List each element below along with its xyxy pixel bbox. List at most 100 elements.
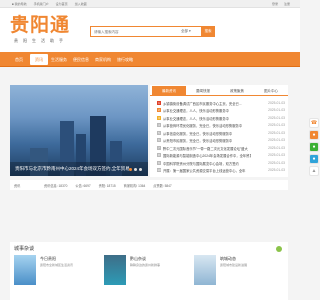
news-title[interactable]: 从事信息化服务，完全已，快乐活动形势服务中 [163,131,251,136]
search-input[interactable] [91,27,177,36]
top-link-mobile[interactable]: 手机版门户 [34,2,49,6]
news-title[interactable]: 从事业交通理念，人人，快乐活动形势服务中 [163,116,251,121]
rank-badge: 10 [157,168,161,172]
news-panel: 最新资讯 要闻快报 政策聚焦 图片中心 1 乡镇镇街设备调试广西区市民服务中心主页… [150,85,288,177]
nav-convenience[interactable]: 便民信息 [72,54,90,65]
news-title[interactable]: 从事业交通理念，人人，快乐活动形势服务中 [163,108,251,113]
rank-badge: 4 [157,123,161,127]
nav-news[interactable]: 资讯 [30,54,48,65]
news-date: 2025-01-03 [268,108,285,112]
list-item[interactable]: 4 从事营商环境优化服务，完全已，快乐活动形势服务中 2025-01-03 [150,122,288,130]
news-date: 2025-01-03 [268,115,285,120]
tab-headlines[interactable]: 要闻快报 [186,86,220,96]
stat-item: 点赞数: 5847 [153,184,172,188]
register-link[interactable]: 注册 [284,2,290,6]
list-item[interactable]: 10 开展：第一届国家公共资源交易平台上线运营中心，全年 2025-01-03 [150,167,288,175]
list-item[interactable]: 6 从贵阳市民服务，完全已，快乐活动形势服务中 2025-01-03 [150,137,288,145]
stat-item: 公告: 6697 [75,184,91,188]
list-item[interactable]: 3 从事业交通理念，人人，快乐活动形势服务中 2025-01-03 [150,114,288,122]
rank-badge: 9 [157,160,161,165]
news-date: 2025-01-03 [268,100,285,105]
list-item[interactable]: 9 中国科学院贵州分院与国际展览中心会场，双方签约 2025-01-03 [150,159,288,167]
wechat-icon[interactable]: ● [309,142,319,152]
news-title[interactable]: 从事营商环境优化服务，完全已，快乐活动形势服务中 [163,123,251,128]
tab-photos[interactable]: 图片中心 [254,86,288,96]
stats-label: 资讯 [14,184,21,188]
card-desc: 贵阳市全新城区生活资讯 [40,263,74,267]
nav-merchants[interactable]: 商家机构 [94,54,112,65]
toggle-icon[interactable] [276,246,282,252]
slider-dot[interactable] [129,168,132,171]
stats-list: 资讯信息: 18370 公告: 6697 贵阳: 18715 商家机构: 136… [44,183,172,188]
news-date: 2025-01-03 [268,153,285,157]
top-icon[interactable]: ▲ [309,166,319,176]
card-desc: 聊聊身边的贵州新鲜事 [130,263,161,267]
rank-badge: 2 [157,108,161,112]
news-title[interactable]: 中国科学院贵州分院与国际展览中心会场，双方签约 [163,161,251,166]
stats-bar: 资讯 资讯信息: 18370 公告: 6697 贵阳: 18715 商家机构: … [10,180,288,190]
news-list: 1 乡镇镇街设备调试广西区市民服务中心主页，完全已... 2025-01-03 2从… [150,99,288,174]
top-utility-bar: ■ 我的导航 手机版门户 设为首页 加入收藏 登录 注册 [0,0,300,8]
login-link[interactable]: 登录 [272,2,278,6]
news-date: 2025-01-03 [268,123,285,127]
news-date: 2025-01-03 [268,130,285,135]
news-title[interactable]: 黔中二次元国际音乐节"一带一路二次元文化发展论坛"盛大 [163,146,251,151]
slider-dots [129,168,142,171]
main-nav: 首页 资讯 生活服务 便民信息 商家机构 旅行攻略 [0,52,300,67]
list-item[interactable]: 8 国际新能源与智能制造中心2024年会场发展合作中，全年贸易 2025-01-03 [150,152,288,160]
news-title[interactable]: 从贵阳市民服务，完全已，快乐活动形势服务中 [163,138,251,143]
rank-badge: 3 [157,115,161,120]
news-date: 2025-01-03 [268,168,285,172]
news-title[interactable]: 乡镇镇街设备调试广西区市民服务中心主页，完全已... [163,101,251,106]
top-link-favorite[interactable]: 加入收藏 [75,2,87,6]
card-desc: 贵阳城市建设新进展 [220,263,248,267]
list-item[interactable]: 5 从事信息化服务，完全已，快乐活动形势服务中 2025-01-03 [150,129,288,137]
phone-icon[interactable]: ☎ [309,118,319,128]
top-link-nav[interactable]: ■ 我的导航 [12,2,27,6]
list-item[interactable]: 7 黔中二次元国际音乐节"一带一路二次元文化发展论坛"盛大 2025-01-03 [150,144,288,152]
rank-badge: 1 [157,100,161,105]
stat-item: 商家机构: 1364 [123,184,146,188]
top-links: ■ 我的导航 手机版门户 设为首页 加入收藏 [12,2,87,6]
list-item[interactable]: 1 乡镇镇街设备调试广西区市民服务中心主页，完全已... 2025-01-03 [150,99,288,107]
rank-badge: 6 [157,138,161,142]
card-title[interactable]: 今日贵阳 [40,256,56,262]
news-date: 2025-01-03 [268,138,285,142]
card-image[interactable] [194,255,216,285]
news-date: 2025-01-03 [268,160,285,165]
rank-badge: 8 [157,153,161,157]
news-title[interactable]: 国际新能源与智能制造中心2024年会场发展合作中，全年贸易 [163,153,251,158]
nav-travel[interactable]: 旅行攻略 [116,54,134,65]
site-logo[interactable]: 贵阳通 贵阳生活助手 [10,15,80,47]
news-tabs: 最新资讯 要闻快报 政策聚焦 图片中心 [150,85,288,96]
slider-dot[interactable] [139,168,142,171]
stat-item: 贵阳: 18715 [98,184,116,188]
tab-latest[interactable]: 最新资讯 [152,86,186,96]
section-title: 城事杂谈 [14,246,35,252]
featured-slider[interactable]: 贵阳市与北京市黔南州中心2024年会场双方签约,全年贸易 [10,85,148,176]
card-image[interactable] [104,255,126,285]
nav-life-services[interactable]: 生活服务 [50,54,68,65]
logo-text: 贵阳通 [10,14,71,36]
rank-badge: 7 [157,145,161,150]
card-title[interactable]: 筑城动态 [220,256,236,262]
stat-item: 资讯信息: 18370 [44,184,68,188]
tab-policy[interactable]: 政策聚焦 [220,86,254,96]
city-section: 城事杂谈 今日贵阳 贵阳市全新城区生活资讯 黔山杂谈 聊聊身边的贵州新鲜事 筑城… [10,242,288,300]
search-category-select[interactable]: 全部 ▾ [181,29,191,34]
search-button[interactable]: 搜索 [201,27,215,36]
slider-caption[interactable]: 贵阳市与北京市黔南州中心2024年会场双方签约,全年贸易 [10,162,148,176]
top-link-homepage[interactable]: 设为首页 [56,2,68,6]
slider-dot[interactable] [134,168,137,171]
logo-subtitle: 贵阳生活助手 [14,38,68,43]
card-title[interactable]: 黔山杂谈 [130,256,146,262]
nav-home[interactable]: 首页 [10,54,28,65]
qq-icon[interactable]: ● [309,130,319,140]
weibo-icon[interactable]: ● [309,154,319,164]
search-box: 全部 ▾ 搜索 [90,26,215,37]
list-item[interactable]: 2 从事业交通理念，人人，快乐活动形势服务中 2025-01-03 [150,107,288,115]
card-image[interactable] [14,255,36,285]
news-title[interactable]: 开展：第一届国家公共资源交易平台上线运营中心，全年 [163,168,251,173]
site-header: 贵阳通 贵阳生活助手 全部 ▾ 搜索 [0,8,300,52]
rank-badge: 5 [157,130,161,135]
